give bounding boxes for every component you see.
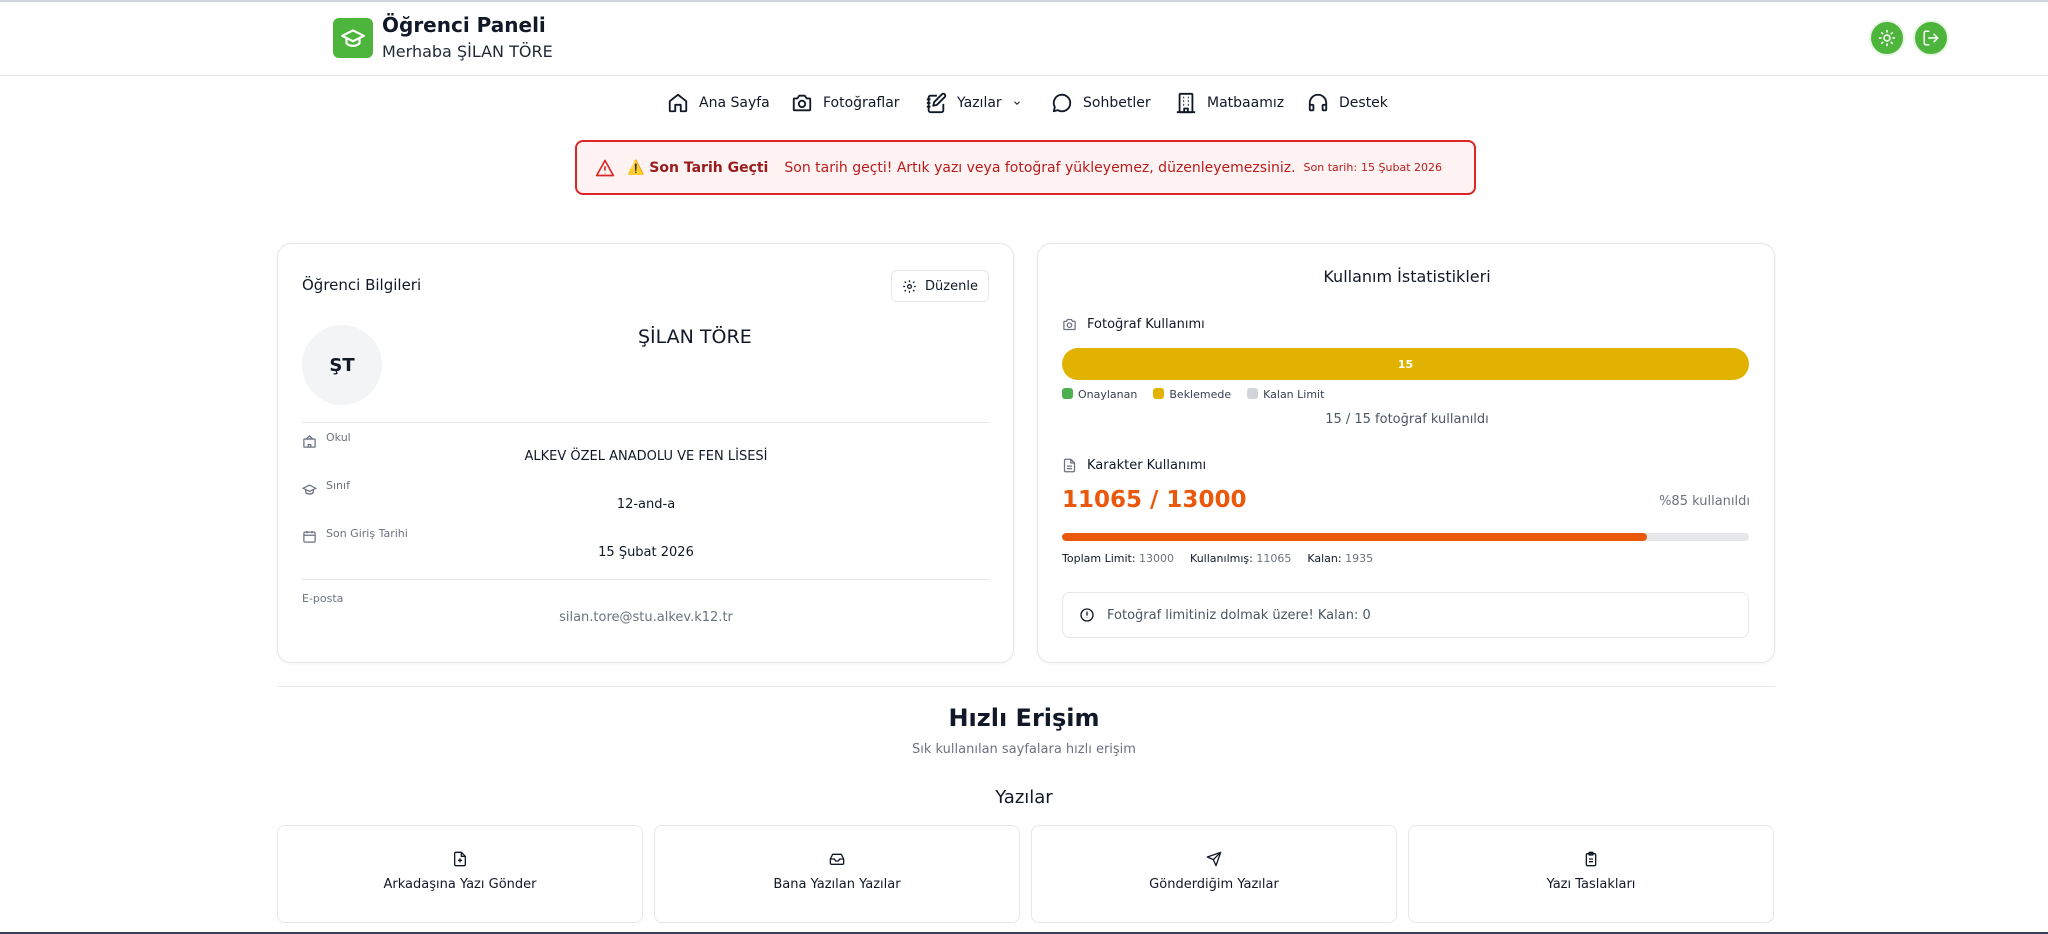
divider (302, 579, 990, 580)
quick-access-category: Yazılar (995, 787, 1053, 808)
tile-label: Arkadaşına Yazı Gönder (383, 877, 537, 892)
nav-item-support[interactable]: Destek (1307, 90, 1388, 116)
char-usage-bar (1062, 533, 1749, 541)
tile-label: Bana Yazılan Yazılar (773, 877, 901, 892)
tile-drafts[interactable]: Yazı Taslakları (1408, 825, 1774, 923)
home-icon (668, 93, 688, 113)
tile-sent-writings[interactable]: Gönderdiğim Yazılar (1031, 825, 1397, 923)
last-login-label: Son Giriş Tarihi (326, 527, 408, 540)
quick-access-subtitle: Sık kullanılan sayfalara hızlı erişim (912, 742, 1136, 757)
char-usage-meta: Toplam Limit: 13000 Kullanılmış: 11065 K… (1062, 552, 1374, 565)
app-title: Öğrenci Paneli (382, 13, 546, 37)
camera-icon (1063, 318, 1076, 331)
email-value: silan.tore@stu.alkev.k12.tr (559, 610, 733, 625)
warning-triangle-icon (595, 159, 615, 176)
main-nav: Ana Sayfa Fotoğraflar Yazılar Sohbetler … (0, 90, 2048, 116)
edit-button[interactable]: Düzenle (891, 270, 989, 302)
file-plus-icon (454, 851, 466, 867)
nav-item-writings[interactable]: Yazılar (925, 90, 1022, 116)
nav-label: Yazılar (957, 95, 1002, 111)
char-usage-label: Karakter Kullanımı (1062, 458, 1206, 473)
logout-button[interactable] (1913, 20, 1949, 56)
photo-usage-label: Fotoğraf Kullanımı (1062, 317, 1205, 332)
nav-label: Sohbetler (1083, 95, 1151, 111)
sun-icon (1878, 29, 1896, 47)
photo-usage-fill: 15 (1062, 348, 1749, 380)
school-value: ALKEV ÖZEL ANADOLU VE FEN LİSESİ (524, 449, 768, 464)
alert-deadline-value: 15 Şubat 2026 (1361, 161, 1443, 174)
logout-icon (1923, 30, 1939, 46)
student-name: ŞİLAN TÖRE (638, 326, 752, 348)
legend-pending: Beklemede (1153, 388, 1231, 401)
photo-limit-warning: Fotoğraf limitiniz dolmak üzere! Kalan: … (1062, 592, 1749, 638)
file-text-icon (1063, 458, 1076, 473)
quick-access-title: Hızlı Erişim (948, 704, 1100, 732)
char-usage-count: 11065 / 13000 (1062, 487, 1247, 513)
photo-usage-bar: 15 (1062, 348, 1749, 380)
alert-deadline-label: Son tarih: (1303, 161, 1358, 174)
camera-icon (792, 94, 812, 112)
section-divider (277, 686, 1775, 687)
info-circle-icon (1080, 608, 1094, 622)
school-label: Okul (326, 431, 351, 444)
tile-send-writing[interactable]: Arkadaşına Yazı Gönder (277, 825, 643, 923)
building-icon (1176, 92, 1196, 114)
notebook-pen-icon (926, 92, 947, 114)
deadline-alert: ⚠️ Son Tarih Geçti Son tarih geçti! Artı… (575, 140, 1476, 195)
school-icon (303, 434, 316, 448)
student-info-card: Öğrenci Bilgileri Düzenle ŞT ŞİLAN TÖRE … (277, 243, 1014, 663)
class-label: Sınıf (326, 479, 350, 492)
warning-text: Fotoğraf limitiniz dolmak üzere! Kalan: … (1107, 607, 1371, 623)
tile-label: Gönderdiğim Yazılar (1149, 877, 1279, 892)
nav-label: Ana Sayfa (699, 95, 770, 111)
legend-approved: Onaylanan (1062, 388, 1137, 401)
nav-item-photos[interactable]: Fotoğraflar (791, 90, 900, 116)
nav-label: Destek (1339, 95, 1388, 111)
alert-message: Son tarih geçti! Artık yazı veya fotoğra… (784, 159, 1296, 176)
section-label: Karakter Kullanımı (1087, 458, 1207, 473)
send-icon (1206, 851, 1222, 867)
graduation-cap-icon (302, 484, 317, 495)
char-usage-fill (1062, 533, 1647, 541)
headset-icon (1308, 93, 1328, 112)
avatar: ŞT (302, 325, 382, 405)
chat-bubble-icon (1052, 93, 1072, 113)
clipboard-icon (1585, 851, 1597, 867)
app-header: Öğrenci Paneli Merhaba ŞİLAN TÖRE (0, 2, 2048, 76)
nav-item-printing[interactable]: Matbaamız (1175, 90, 1284, 116)
theme-toggle-button[interactable] (1869, 20, 1905, 56)
class-value: 12-and-a (616, 497, 676, 512)
edit-label: Düzenle (925, 278, 978, 294)
photo-legend: Onaylanan Beklemede Kalan Limit (1062, 388, 1324, 401)
nav-label: Matbaamız (1207, 95, 1285, 111)
card-title: Kullanım İstatistikleri (1323, 267, 1491, 286)
last-login-value: 15 Şubat 2026 (598, 545, 694, 560)
greeting-text: Merhaba ŞİLAN TÖRE (382, 42, 553, 61)
legend-remaining: Kalan Limit (1247, 388, 1324, 401)
card-title: Öğrenci Bilgileri (302, 276, 422, 294)
section-label: Fotoğraf Kullanımı (1087, 317, 1205, 332)
gear-icon (903, 279, 916, 293)
divider (302, 422, 990, 423)
tile-label: Yazı Taslakları (1546, 877, 1636, 892)
inbox-icon (829, 853, 845, 865)
tile-received-writings[interactable]: Bana Yazılan Yazılar (654, 825, 1020, 923)
email-label: E-posta (302, 592, 344, 605)
graduation-cap-icon[interactable] (333, 18, 373, 58)
alert-title: ⚠️ Son Tarih Geçti (627, 159, 769, 176)
nav-item-chats[interactable]: Sohbetler (1051, 90, 1151, 116)
calendar-icon (303, 530, 316, 543)
chevron-down-icon (1013, 101, 1020, 105)
photo-count-text: 15 / 15 fotoğraf kullanıldı (1325, 412, 1489, 427)
usage-stats-card: Kullanım İstatistikleri Fotoğraf Kullanı… (1037, 243, 1775, 663)
char-usage-percent: %85 kullanıldı (1659, 494, 1750, 509)
nav-label: Fotoğraflar (823, 95, 900, 111)
nav-item-home[interactable]: Ana Sayfa (667, 90, 770, 116)
